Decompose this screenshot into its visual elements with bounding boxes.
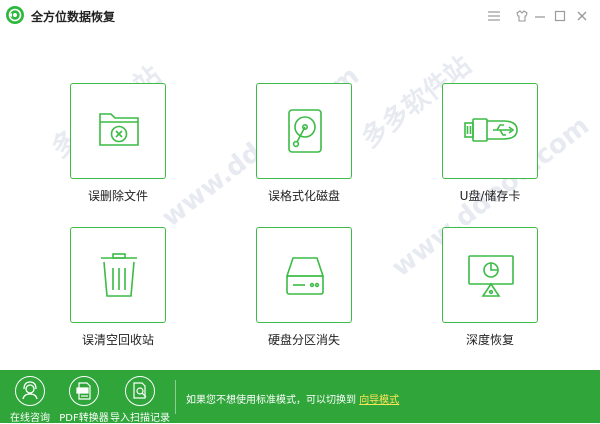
- trash-bin-icon: [101, 253, 137, 297]
- tile-label-deep-recovery: 深度恢复: [465, 333, 514, 347]
- tile-deep-recovery[interactable]: [442, 227, 538, 323]
- tile-label-recycle-bin: 误清空回收站: [81, 333, 154, 347]
- wizard-mode-link[interactable]: 向导模式: [359, 395, 399, 406]
- pdf-converter-label: PDF转换器: [59, 413, 109, 424]
- close-icon[interactable]: [574, 8, 590, 24]
- hard-disk-icon: [288, 109, 322, 153]
- folder-x-icon: [99, 113, 139, 146]
- tile-label-usb-card: U盘/储存卡: [459, 189, 521, 203]
- drive-partition-icon: [285, 257, 325, 295]
- tile-lost-partition[interactable]: [256, 227, 352, 323]
- maximize-icon[interactable]: [552, 8, 568, 24]
- tile-label-deleted-files: 误删除文件: [87, 189, 148, 203]
- recovery-mode-grid: 多多软件站 www.ddooo.com 多多软件站 www.ddooo.com …: [0, 32, 600, 370]
- tile-deleted-files[interactable]: [70, 83, 166, 179]
- notice-text: 如果您不想使用标准模式，可以切换到: [186, 395, 356, 406]
- skin-icon[interactable]: [514, 8, 530, 24]
- tile-usb-card[interactable]: [442, 83, 538, 179]
- tile-recycle-bin[interactable]: [70, 227, 166, 323]
- footer-bar: 在线咨询 PDF转换器 导入扫描记录 如果您不想使用标准模式，可以切换到 向导模…: [0, 370, 600, 424]
- tile-formatted-disk[interactable]: [256, 83, 352, 179]
- app-title: 全方位数据恢复: [31, 10, 116, 24]
- footer-divider: [175, 380, 176, 414]
- pdf-converter-button[interactable]: PDF转换器: [59, 376, 109, 424]
- mode-notice: 如果您不想使用标准模式，可以切换到 向导模式: [186, 391, 399, 406]
- tile-label-formatted-disk: 误格式化磁盘: [267, 189, 340, 203]
- online-consult-button[interactable]: 在线咨询: [6, 376, 54, 424]
- import-scan-button[interactable]: 导入扫描记录: [110, 376, 170, 424]
- minimize-icon[interactable]: [532, 8, 548, 24]
- tile-label-lost-partition: 硬盘分区消失: [267, 333, 340, 347]
- pdf-icon: [69, 376, 99, 406]
- usb-drive-icon: [464, 118, 518, 142]
- monitor-chart-icon: [468, 255, 514, 297]
- import-scan-icon: [125, 376, 155, 406]
- headset-icon: [15, 376, 45, 406]
- recovery-logo-icon: [6, 6, 24, 24]
- menu-icon[interactable]: [486, 8, 502, 24]
- title-bar: 全方位数据恢复: [0, 0, 600, 32]
- import-scan-label: 导入扫描记录: [110, 413, 170, 424]
